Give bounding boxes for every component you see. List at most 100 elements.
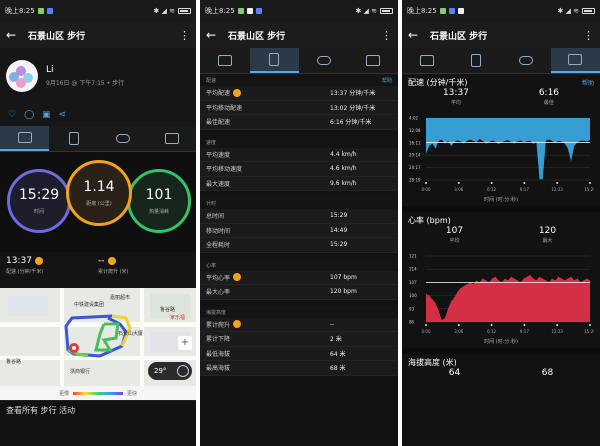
tab-stats[interactable] xyxy=(452,48,502,73)
more-options-icon[interactable]: ⋮ xyxy=(179,29,190,42)
data-point xyxy=(513,278,515,279)
data-point xyxy=(454,297,455,298)
data-point xyxy=(428,295,430,296)
secondary-stats: 13:37 配速 (分钟/千米) -- 累计爬升 (米) xyxy=(0,252,196,288)
share-icon[interactable]: ⋖ xyxy=(59,110,67,120)
tab-stats[interactable] xyxy=(49,126,98,151)
weather-badge[interactable]: 29° xyxy=(148,362,192,380)
stat-row: 累计下降 2 米 xyxy=(200,332,398,347)
map-icon xyxy=(419,55,434,66)
tab-laps[interactable] xyxy=(299,48,349,73)
data-point xyxy=(435,148,436,149)
more-options-icon[interactable]: ⋮ xyxy=(381,29,392,42)
help-link[interactable]: 帮助 xyxy=(382,77,392,86)
tab-stats[interactable] xyxy=(249,48,299,73)
activity-title: 石景山区 步行 xyxy=(430,31,488,42)
route-map[interactable]: 中铁建设集团 嘉丽超市 家乐福 鲁谷路 石景山大厦 鲁谷路 浙商银行 + 29° xyxy=(0,288,196,386)
status-bar: 晚上8:25 ✱ ◢ ≋ xyxy=(200,0,398,22)
chart-icon xyxy=(366,55,381,66)
x-tick-marker xyxy=(589,324,591,326)
y-tick-label: 107 xyxy=(409,280,417,285)
stat-value: 120 bpm xyxy=(330,288,357,296)
time-value: 15:29 xyxy=(18,187,60,203)
back-arrow-icon[interactable]: ← xyxy=(6,28,28,42)
comment-icon[interactable]: ◯ xyxy=(24,110,34,120)
pace-chart[interactable]: 4:02 12:08 16:11 20:14 24:17 28:190:00 3:06 6:1… xyxy=(408,114,596,193)
data-point xyxy=(479,138,480,140)
more-options-icon[interactable]: ⋮ xyxy=(583,29,594,42)
activity-title: 石景山区 步行 xyxy=(28,31,86,42)
section-title: 海拔高度 xyxy=(206,309,227,316)
x-tick-label: 15:29 xyxy=(584,329,594,334)
like-icon[interactable]: ♡ xyxy=(8,110,16,120)
data-point xyxy=(577,278,578,279)
avatar[interactable] xyxy=(6,60,38,92)
insight-icon[interactable] xyxy=(233,88,242,97)
data-point xyxy=(485,280,487,281)
map-label: 鲁谷路 xyxy=(160,307,176,313)
stat-name: 全程耗时 xyxy=(206,242,231,250)
tab-summary[interactable] xyxy=(0,126,49,151)
x-tick-marker xyxy=(556,324,559,326)
pace-value: 13:37 xyxy=(6,256,32,266)
stat-name: 平均速度 xyxy=(206,151,231,159)
distance-label: 距离 (公里) xyxy=(86,201,112,207)
tab-charts[interactable] xyxy=(550,48,600,73)
activity-tabs xyxy=(200,48,398,74)
data-point xyxy=(589,139,591,141)
data-point xyxy=(551,278,553,279)
x-tick-marker xyxy=(523,182,526,184)
heart-rate-chart[interactable]: 121 114 107 100 93 86 0:00 3:06 6:12 9:17 12:23 15:… xyxy=(408,252,596,335)
y-tick-label: 86 xyxy=(409,320,415,325)
stat-value: 68 米 xyxy=(330,365,346,373)
stat-row: 总时间 15:29 xyxy=(200,209,398,224)
tab-charts[interactable] xyxy=(147,126,196,151)
insight-icon[interactable] xyxy=(34,257,43,265)
x-tick-label: 9:17 xyxy=(520,329,529,334)
back-arrow-icon[interactable]: ← xyxy=(408,28,430,42)
activity-tabs xyxy=(402,48,600,74)
back-arrow-icon[interactable]: ← xyxy=(206,28,228,42)
data-point xyxy=(554,280,556,281)
tab-laps[interactable] xyxy=(98,126,147,151)
photo-icon[interactable]: ▣ xyxy=(42,110,51,120)
activity-tabs xyxy=(0,126,196,152)
data-point xyxy=(504,278,506,279)
app-bar: ← 石景山区 步行 ⋮ xyxy=(0,22,196,48)
legend-slow: 更慢 xyxy=(58,390,69,397)
insight-icon[interactable] xyxy=(107,257,116,265)
stat-value: 15:29 xyxy=(330,212,348,220)
insight-icon[interactable] xyxy=(233,320,242,329)
max-label: 最大 xyxy=(542,238,553,244)
document-icon xyxy=(68,132,79,145)
data-point xyxy=(507,280,509,281)
insight-icon[interactable] xyxy=(233,273,242,282)
help-link[interactable]: 帮助 xyxy=(582,78,594,87)
data-point xyxy=(570,276,572,278)
data-point xyxy=(513,143,515,144)
data-point xyxy=(463,285,465,287)
data-point xyxy=(551,140,553,142)
view-all-activities-link[interactable]: 查看所有 步行 活动 xyxy=(0,400,196,420)
calories-label: 热量消耗 xyxy=(148,209,169,215)
x-tick-label: 9:17 xyxy=(520,187,529,192)
stat-row: 最佳配速 6:16 分钟/千米 xyxy=(200,115,398,130)
tab-summary[interactable] xyxy=(402,48,452,73)
tab-laps[interactable] xyxy=(501,48,551,73)
stat-name: 最低海拔 xyxy=(206,350,231,358)
data-point xyxy=(570,160,572,162)
laps-icon xyxy=(115,134,130,143)
zoom-in-button[interactable]: + xyxy=(178,336,192,350)
tab-charts[interactable] xyxy=(349,48,399,73)
battery-icon xyxy=(582,8,595,14)
stat-name: 最大心率 xyxy=(206,289,231,297)
data-point xyxy=(567,148,569,149)
data-point xyxy=(542,178,544,180)
data-point xyxy=(504,140,506,142)
stat-name: 累计下降 xyxy=(206,336,231,344)
stat-value: 6:16 分钟/千米 xyxy=(330,119,372,127)
stat-row: 平均心率 107 bpm xyxy=(200,270,398,285)
data-point xyxy=(428,145,430,147)
data-point xyxy=(482,140,484,142)
tab-summary[interactable] xyxy=(200,48,250,73)
